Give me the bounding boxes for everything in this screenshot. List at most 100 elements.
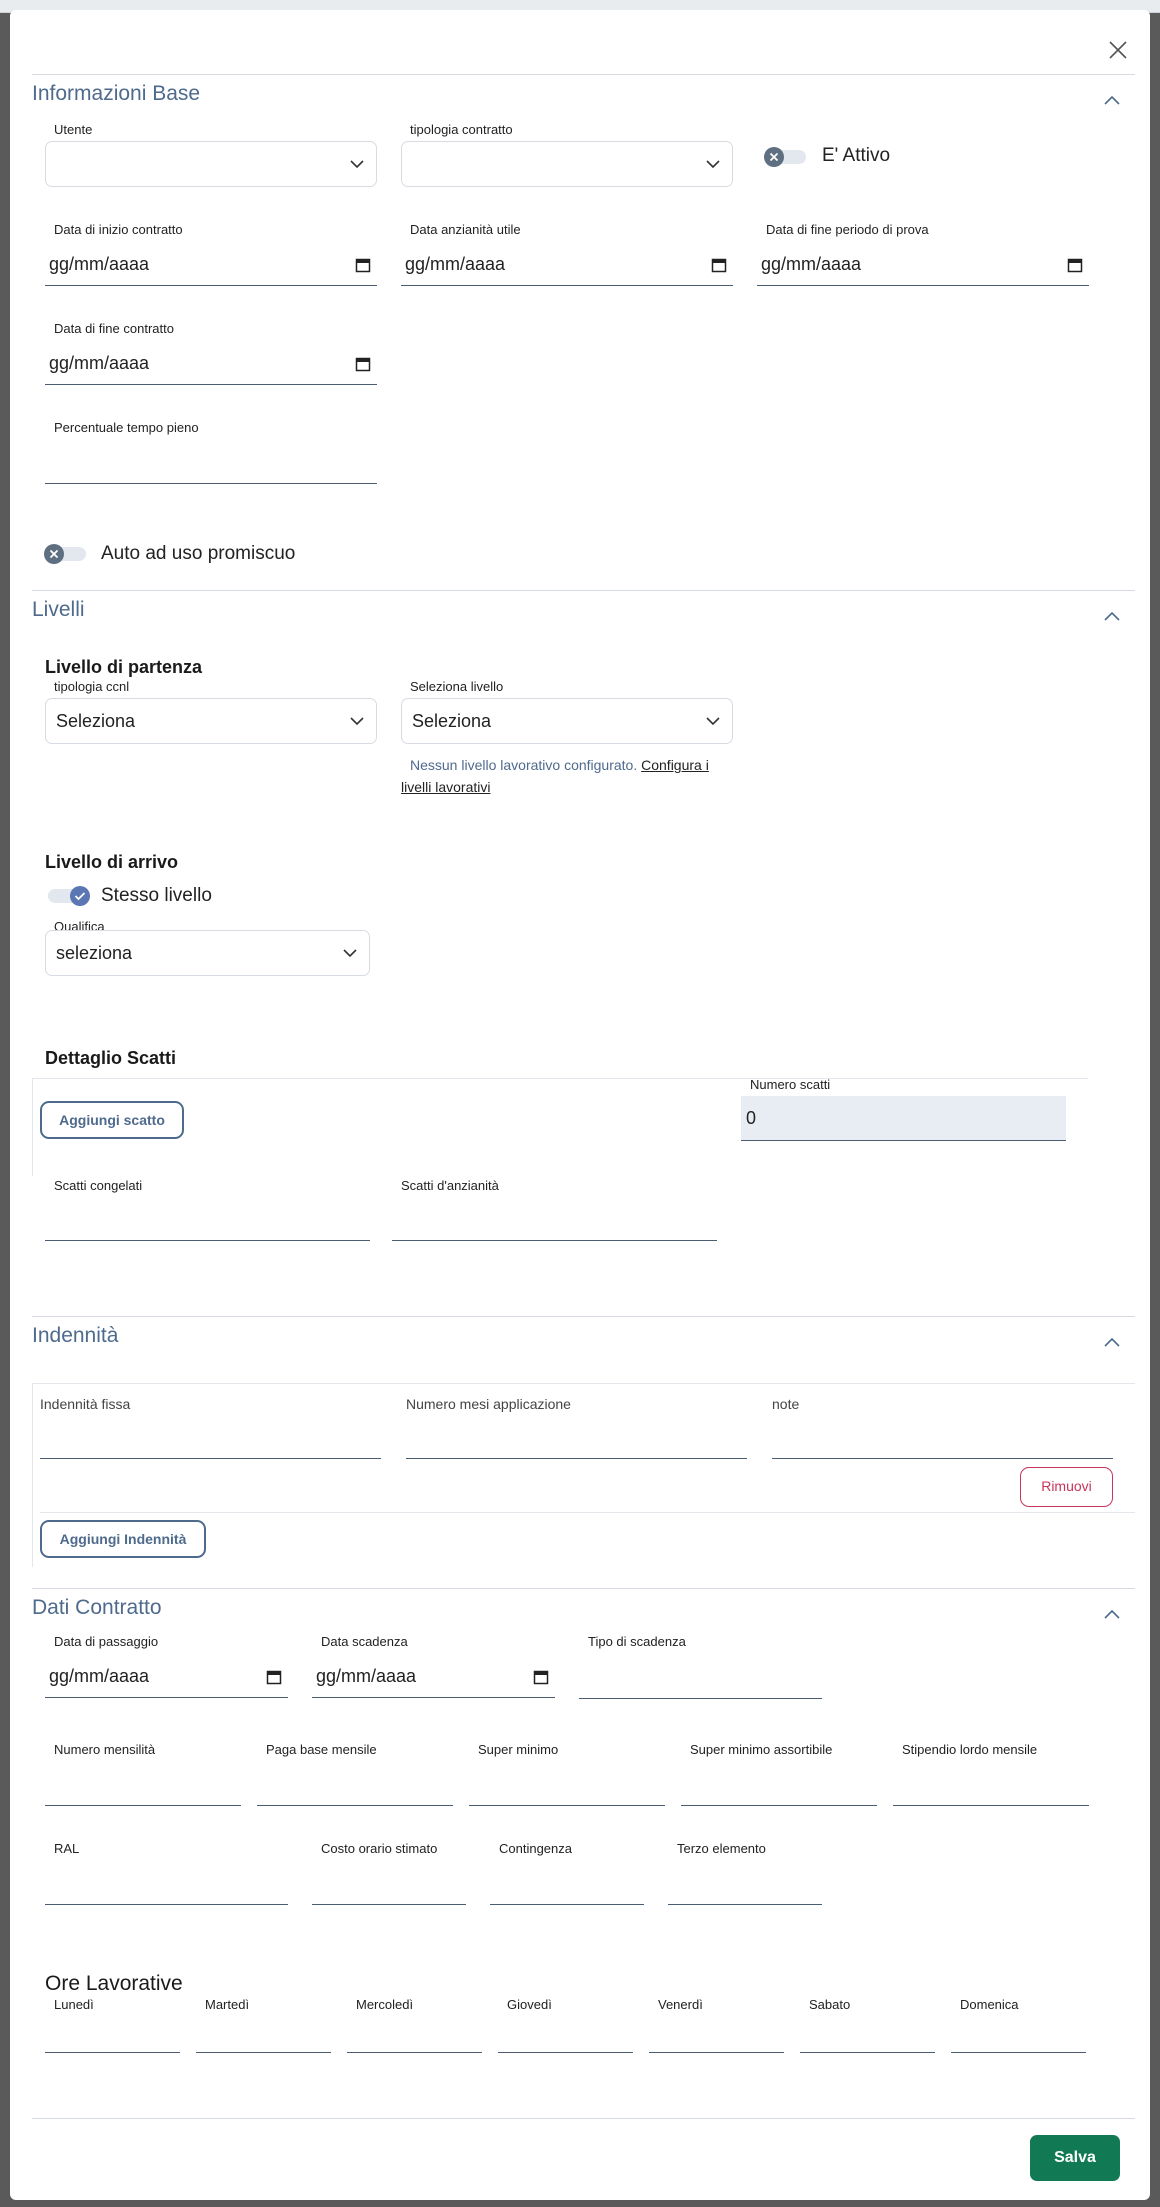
divider [32, 1588, 1135, 1589]
section-title-livelli[interactable]: Livelli [32, 598, 85, 622]
sabato-input[interactable] [800, 2052, 935, 2053]
numero-scatti-label: Numero scatti [750, 1077, 831, 1092]
ral-input[interactable] [45, 1904, 288, 1905]
note-input[interactable] [772, 1458, 1113, 1459]
data-anzianita-label: Data anzianità utile [410, 222, 521, 237]
super-minimo-label: Super minimo [478, 1742, 559, 1757]
indennita-fissa-input[interactable] [40, 1458, 381, 1459]
data-scadenza-input[interactable]: gg/mm/aaaa [312, 1658, 555, 1698]
auto-promiscuo-label: Auto ad uso promiscuo [101, 543, 296, 564]
livello-info-text: Nessun livello lavorativo configurato. C… [401, 757, 709, 795]
domenica-input[interactable] [951, 2052, 1086, 2053]
costo-orario-label: Costo orario stimato [321, 1841, 438, 1856]
calendar-icon[interactable] [533, 1669, 549, 1685]
section-title-info-base[interactable]: Informazioni Base [32, 82, 200, 106]
tipo-scadenza-input[interactable] [579, 1698, 822, 1699]
paga-base-label: Paga base mensile [266, 1742, 377, 1757]
data-fine-prova-label: Data di fine periodo di prova [766, 222, 929, 237]
seleziona-livello-label: Seleziona livello [410, 679, 504, 694]
data-fine-prova-input[interactable]: gg/mm/aaaa [757, 246, 1089, 286]
box-border [32, 1078, 33, 1176]
calendar-icon[interactable] [355, 257, 371, 273]
lunedi-input[interactable] [45, 2052, 180, 2053]
qualifica-select[interactable]: seleziona [45, 930, 370, 976]
scatti-anzianita-label: Scatti d'anzianità [401, 1178, 499, 1193]
auto-promiscuo-toggle[interactable] [44, 544, 90, 564]
costo-orario-input[interactable] [312, 1904, 466, 1905]
super-minimo-assortibile-input[interactable] [681, 1805, 877, 1806]
tipo-scadenza-label: Tipo di scadenza [588, 1634, 686, 1649]
giovedi-label: Giovedì [507, 1997, 552, 2012]
numero-mesi-label: Numero mesi applicazione [406, 1396, 571, 1412]
super-minimo-assortibile-label: Super minimo assortibile [690, 1742, 833, 1757]
super-minimo-input[interactable] [469, 1805, 665, 1806]
chevron-up-icon[interactable] [1103, 1608, 1121, 1620]
configura-livelli-link-2[interactable]: livelli lavorativi [401, 779, 490, 795]
seleziona-livello-select[interactable]: Seleziona [401, 698, 733, 744]
mercoledi-input[interactable] [347, 2052, 482, 2053]
attivo-toggle[interactable] [764, 147, 810, 167]
attivo-label: E' Attivo [822, 145, 891, 166]
aggiungi-indennita-button[interactable]: Aggiungi Indennità [40, 1520, 206, 1558]
scatti-anzianita-input[interactable] [392, 1240, 717, 1241]
terzo-elemento-input[interactable] [668, 1904, 822, 1905]
data-scadenza-label: Data scadenza [321, 1634, 408, 1649]
configura-livelli-link[interactable]: Configura i [641, 757, 709, 773]
box-border [40, 1512, 1135, 1513]
martedi-input[interactable] [196, 2052, 331, 2053]
stipendio-lordo-input[interactable] [893, 1805, 1089, 1806]
livello-arrivo-title: Livello di arrivo [45, 852, 179, 872]
ral-label: RAL [54, 1841, 80, 1856]
contingenza-input[interactable] [490, 1904, 644, 1905]
venerdi-input[interactable] [649, 2052, 784, 2053]
calendar-icon[interactable] [711, 257, 727, 273]
tipologia-contratto-select[interactable] [401, 141, 733, 187]
section-title-indennita[interactable]: Indennità [32, 1324, 118, 1348]
chevron-up-icon[interactable] [1103, 94, 1121, 106]
rimuovi-button[interactable]: Rimuovi [1020, 1467, 1113, 1507]
stipendio-lordo-label: Stipendio lordo mensile [902, 1742, 1038, 1757]
chevron-down-icon [350, 160, 364, 169]
calendar-icon[interactable] [1067, 257, 1083, 273]
ccnl-label: tipologia ccnl [54, 679, 130, 694]
scatti-congelati-input[interactable] [45, 1240, 370, 1241]
box-border [32, 1383, 1135, 1384]
data-fine-contratto-input[interactable]: gg/mm/aaaa [45, 345, 377, 385]
divider [32, 1316, 1135, 1317]
utente-label: Utente [54, 122, 93, 137]
giovedi-input[interactable] [498, 2052, 633, 2053]
aggiungi-scatto-button[interactable]: Aggiungi scatto [40, 1101, 184, 1139]
percentuale-input[interactable] [45, 483, 377, 484]
sabato-label: Sabato [809, 1997, 851, 2012]
chevron-up-icon[interactable] [1103, 1336, 1121, 1348]
stesso-livello-toggle[interactable] [44, 886, 90, 906]
numero-mesi-input[interactable] [406, 1458, 747, 1459]
section-title-dati-contratto[interactable]: Dati Contratto [32, 1596, 162, 1620]
calendar-icon[interactable] [266, 1669, 282, 1685]
ore-lavorative-title: Ore Lavorative [45, 1972, 183, 1995]
paga-base-input[interactable] [257, 1805, 453, 1806]
close-icon[interactable] [1106, 38, 1130, 62]
chevron-up-icon[interactable] [1103, 610, 1121, 622]
data-inizio-input[interactable]: gg/mm/aaaa [45, 246, 377, 286]
martedi-label: Martedì [205, 1997, 250, 2012]
data-passaggio-input[interactable]: gg/mm/aaaa [45, 1658, 288, 1698]
utente-select[interactable] [45, 141, 377, 187]
box-border [32, 1078, 1088, 1079]
indennita-fissa-label: Indennità fissa [40, 1396, 131, 1412]
percentuale-label: Percentuale tempo pieno [54, 420, 199, 435]
data-inizio-label: Data di inizio contratto [54, 222, 183, 237]
livello-partenza-title: Livello di partenza [45, 657, 203, 677]
save-button[interactable]: Salva [1030, 2135, 1120, 2181]
numero-scatti-input[interactable]: 0 [741, 1096, 1066, 1141]
divider [32, 590, 1135, 591]
contingenza-label: Contingenza [499, 1841, 572, 1856]
scatti-congelati-label: Scatti congelati [54, 1178, 143, 1193]
data-anzianita-input[interactable]: gg/mm/aaaa [401, 246, 733, 286]
ccnl-select[interactable]: Seleziona [45, 698, 377, 744]
numero-mensilita-input[interactable] [45, 1805, 241, 1806]
calendar-icon[interactable] [355, 356, 371, 372]
mercoledi-label: Mercoledì [356, 1997, 414, 2012]
divider [32, 74, 1135, 75]
tipologia-contratto-label: tipologia contratto [410, 122, 513, 137]
